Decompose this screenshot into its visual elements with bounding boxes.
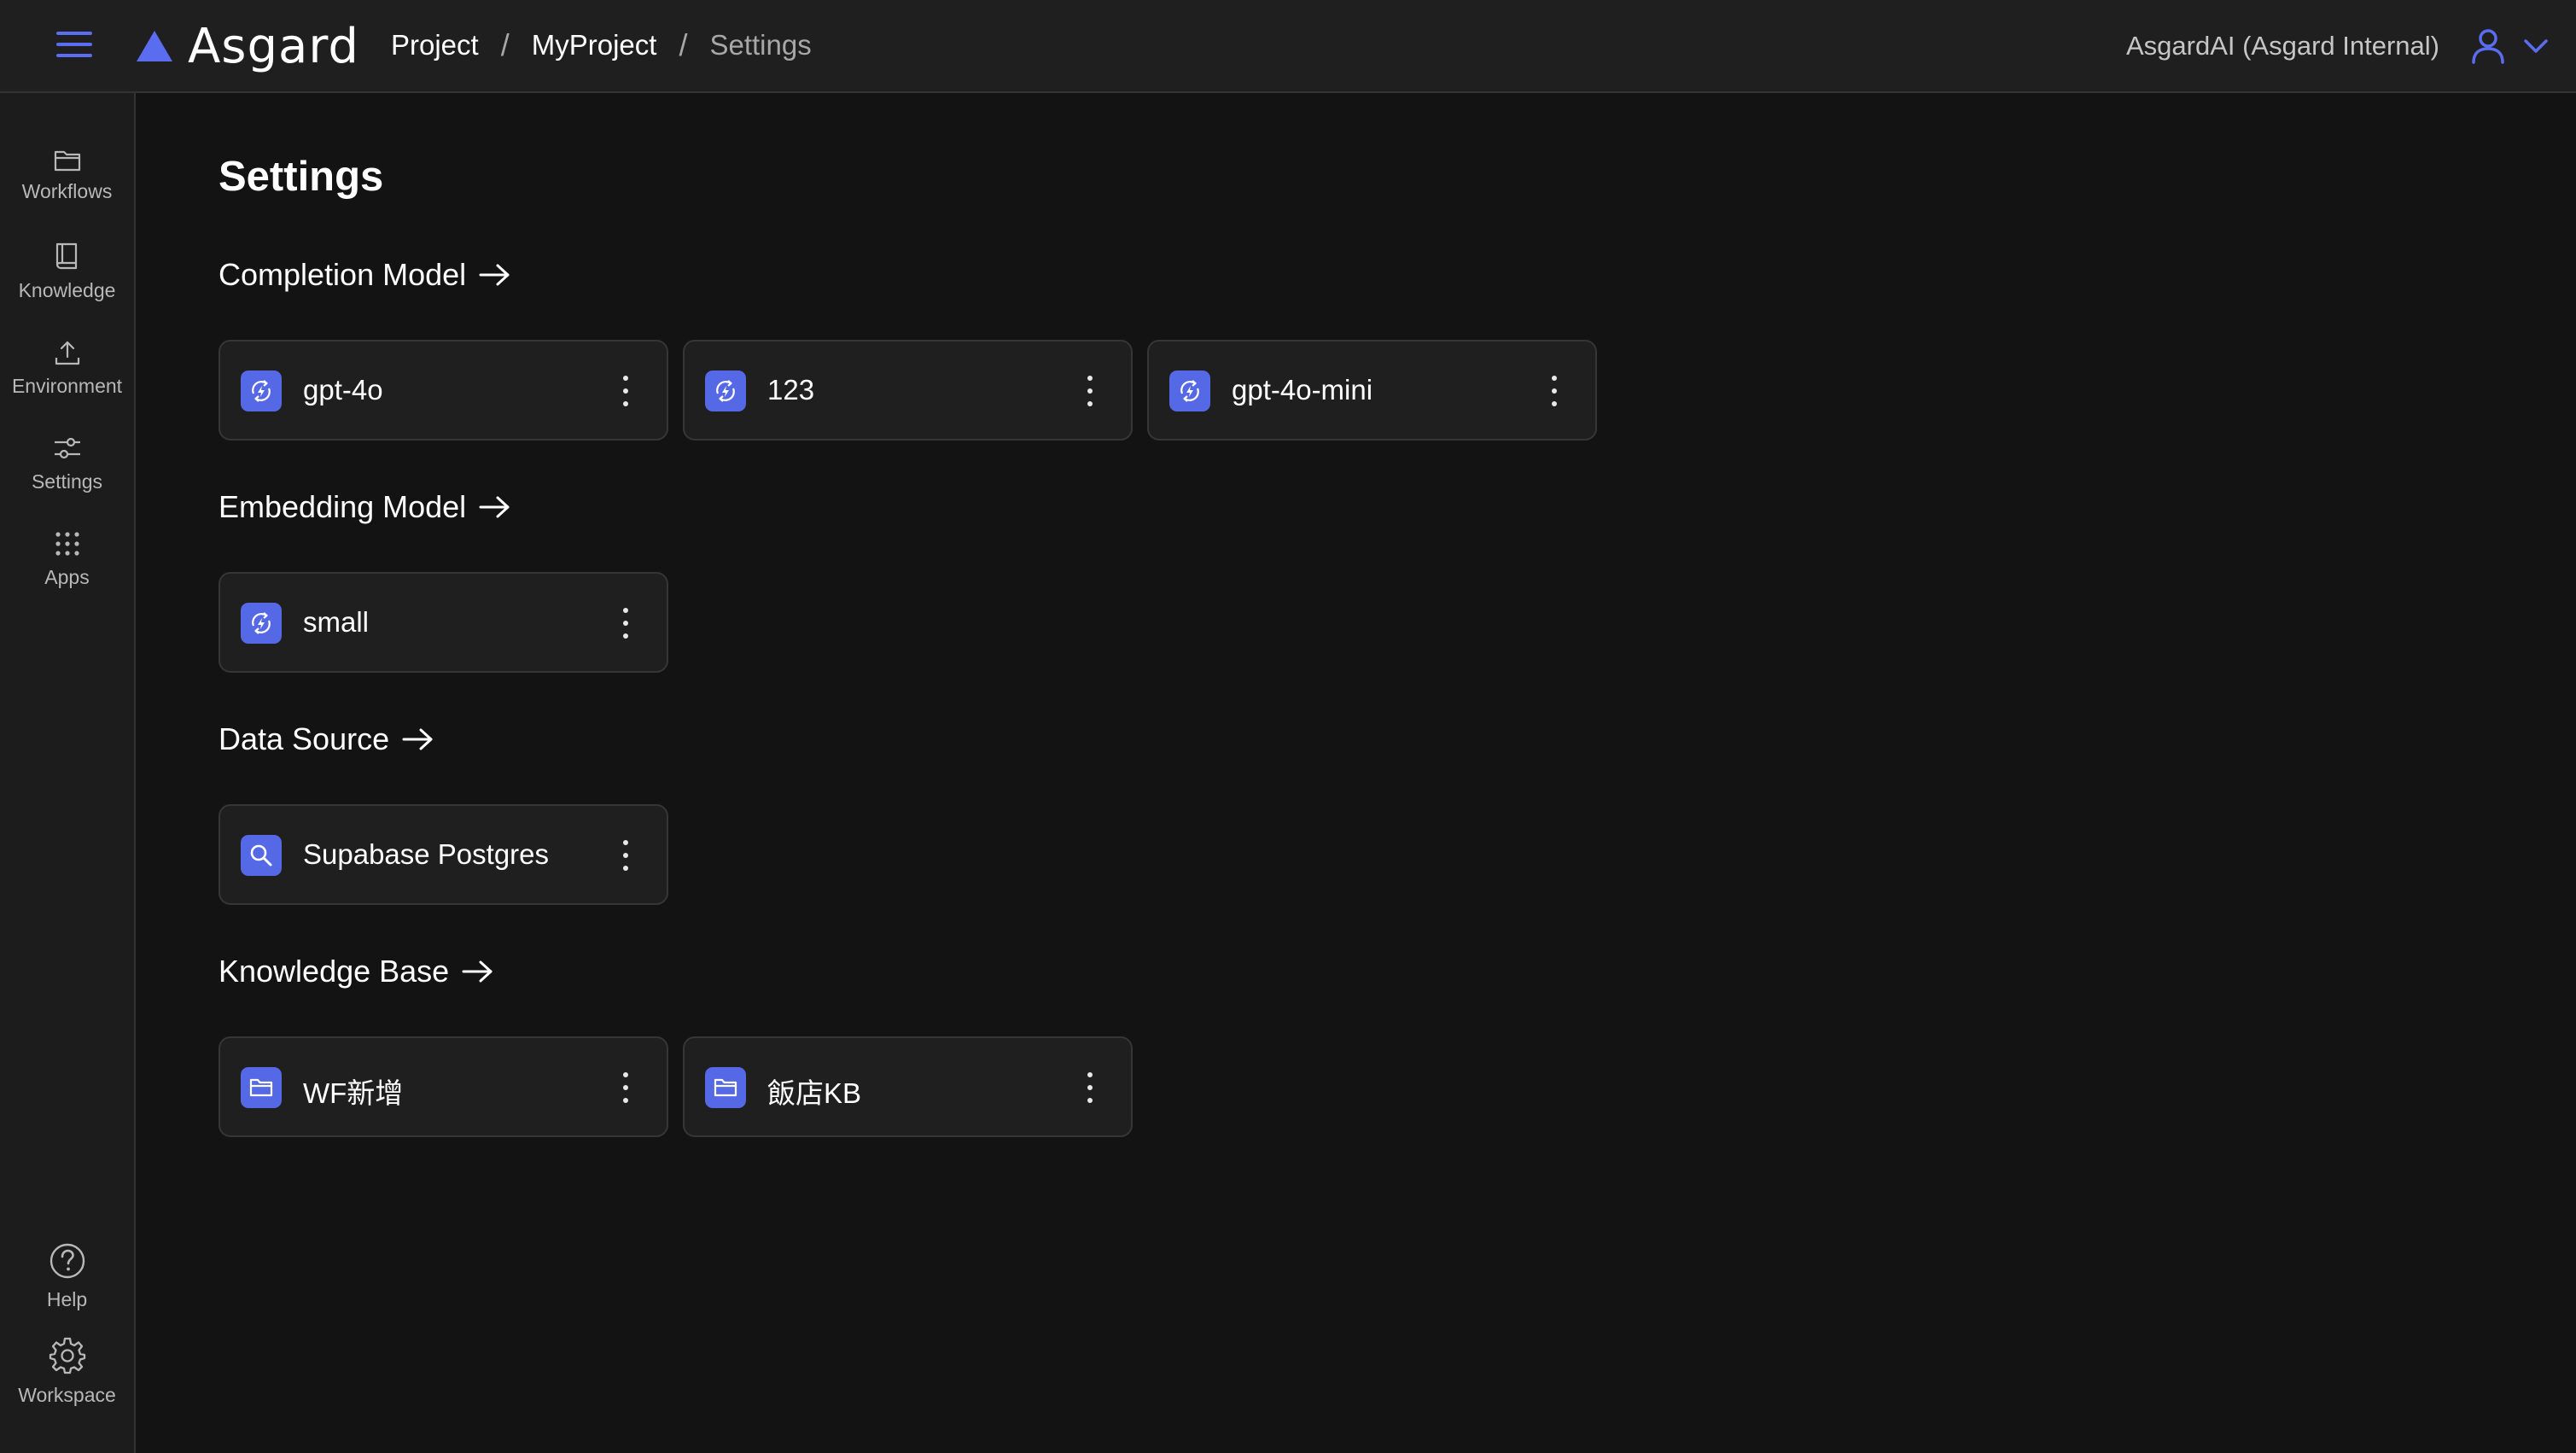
knowledge-card-hotel-kb[interactable]: 飯店KB xyxy=(683,1036,1133,1137)
section-embedding-model-link[interactable]: Embedding Model xyxy=(219,486,512,528)
card-label: 123 xyxy=(767,374,815,406)
section-title: Knowledge Base xyxy=(219,954,450,989)
sidebar-item-settings[interactable]: Settings xyxy=(0,435,134,493)
model-sync-icon xyxy=(1169,371,1210,411)
arrow-right-icon xyxy=(479,264,510,286)
section-data-source-link[interactable]: Data Source xyxy=(219,718,435,761)
datasource-card-supabase-postgres[interactable]: Supabase Postgres xyxy=(219,804,668,905)
arrow-right-icon xyxy=(462,960,492,983)
account-name[interactable]: AsgardAI (Asgard Internal) xyxy=(2126,31,2439,61)
hamburger-menu-icon[interactable] xyxy=(56,29,92,60)
card-label: WF新增 xyxy=(303,1077,404,1109)
section-completion-model-link[interactable]: Completion Model xyxy=(219,254,512,296)
more-options-icon[interactable] xyxy=(619,1072,632,1103)
sidebar-item-label: Settings xyxy=(31,470,103,493)
breadcrumb-separator: / xyxy=(679,27,688,62)
breadcrumb-separator: / xyxy=(500,27,510,62)
more-options-icon[interactable] xyxy=(619,608,632,639)
sidebar-item-knowledge[interactable]: Knowledge xyxy=(0,242,134,302)
sidebar-item-apps[interactable]: Apps xyxy=(0,530,134,589)
sidebar-item-label: Environment xyxy=(11,375,123,397)
help-circle-icon xyxy=(50,1243,85,1279)
arrow-right-icon xyxy=(402,728,433,750)
breadcrumb-settings: Settings xyxy=(709,29,812,61)
model-sync-icon xyxy=(241,371,282,411)
more-options-icon[interactable] xyxy=(1547,376,1561,406)
top-bar: Asgard Project / MyProject / Settings As… xyxy=(0,0,2576,93)
sidebar-item-workflows[interactable]: Workflows xyxy=(0,148,134,203)
section-title: Data Source xyxy=(219,721,390,756)
sidebar-item-label: Workflows xyxy=(21,180,113,202)
page-title: Settings xyxy=(219,154,384,200)
logo-triangle-icon xyxy=(137,31,172,61)
sidebar-item-workspace[interactable]: Workspace xyxy=(0,1336,134,1407)
card-label: small xyxy=(303,606,370,638)
gear-icon xyxy=(49,1337,85,1374)
model-sync-icon xyxy=(705,371,746,411)
sidebar: Workflows Knowledge Environment Settings xyxy=(0,93,136,1453)
folder-icon xyxy=(241,1067,282,1108)
sidebar-item-label: Help xyxy=(46,1288,88,1310)
upload-icon xyxy=(55,341,79,365)
section-knowledge-base-link[interactable]: Knowledge Base xyxy=(219,950,495,993)
model-sync-icon xyxy=(241,603,282,644)
knowledge-card-wf[interactable]: WF新增 xyxy=(219,1036,668,1137)
chevron-down-icon[interactable] xyxy=(2521,32,2550,61)
book-icon xyxy=(55,242,77,270)
search-icon xyxy=(241,835,282,876)
folder-icon xyxy=(54,150,80,172)
app-name: Asgard xyxy=(188,18,359,74)
breadcrumb-myproject[interactable]: MyProject xyxy=(532,29,657,61)
grid-dots-icon xyxy=(55,532,79,556)
more-options-icon[interactable] xyxy=(619,376,632,406)
section-title: Completion Model xyxy=(219,257,467,292)
sidebar-item-label: Workspace xyxy=(18,1384,116,1406)
sliders-icon xyxy=(54,437,80,459)
model-card-gpt-4o-mini[interactable]: gpt-4o-mini xyxy=(1147,340,1597,441)
more-options-icon[interactable] xyxy=(1083,1072,1097,1103)
user-icon[interactable] xyxy=(2468,26,2508,66)
arrow-right-icon xyxy=(479,496,510,518)
breadcrumb-project[interactable]: Project xyxy=(391,29,479,61)
card-label: gpt-4o xyxy=(303,374,383,406)
sidebar-item-label: Apps xyxy=(44,566,90,588)
model-card-small[interactable]: small xyxy=(219,572,668,673)
card-label: gpt-4o-mini xyxy=(1232,374,1373,406)
sidebar-item-environment[interactable]: Environment xyxy=(0,339,134,398)
app-logo[interactable]: Asgard xyxy=(135,18,359,74)
section-title: Embedding Model xyxy=(219,489,467,524)
account-menu[interactable]: AsgardAI (Asgard Internal) xyxy=(2126,20,2550,72)
model-card-123[interactable]: 123 xyxy=(683,340,1133,441)
main-content: Settings Completion Model gpt-4o 123 gpt… xyxy=(136,93,2576,1453)
more-options-icon[interactable] xyxy=(1083,376,1097,406)
card-label: Supabase Postgres xyxy=(303,838,550,870)
folder-icon xyxy=(705,1067,746,1108)
sidebar-item-label: Knowledge xyxy=(18,279,116,301)
more-options-icon[interactable] xyxy=(619,840,632,871)
model-card-gpt-4o[interactable]: gpt-4o xyxy=(219,340,668,441)
card-label: 飯店KB xyxy=(767,1077,862,1109)
sidebar-item-help[interactable]: Help xyxy=(0,1242,134,1311)
breadcrumb: Project / MyProject / Settings xyxy=(391,26,812,65)
